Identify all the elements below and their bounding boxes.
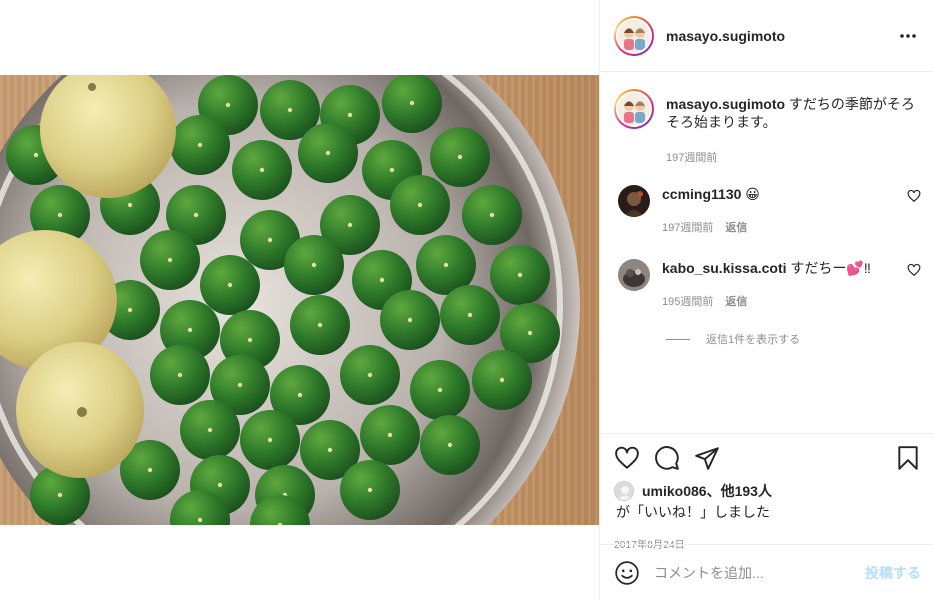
commenter-avatar[interactable]: [618, 259, 650, 291]
caption-time[interactable]: 197週間前: [666, 149, 717, 167]
author-username[interactable]: masayo.sugimoto: [666, 28, 785, 44]
bookmark-icon[interactable]: [895, 445, 921, 471]
comment-like-heart-icon[interactable]: [907, 189, 921, 203]
likes-first-user[interactable]: umiko086: [642, 483, 707, 499]
avatar-image: [618, 93, 650, 125]
comment-body: kabo_su.kissa.coti すだちー💕‼ 195週間前 返信: [662, 259, 912, 311]
reply-button[interactable]: 返信: [725, 293, 747, 311]
share-icon[interactable]: [694, 445, 720, 471]
caption-avatar[interactable]: [614, 89, 654, 129]
post-photo[interactable]: [0, 75, 599, 525]
avatar-inner: [616, 91, 652, 127]
caption-body: masayo.sugimoto すだちの季節がそろそろ始まります。 197週間前: [666, 89, 916, 167]
add-comment-bar: 投稿する: [600, 544, 934, 600]
comment-username[interactable]: ccming1130: [662, 186, 741, 202]
view-replies-label: 返信1件を表示する: [706, 334, 801, 346]
avatar-image: [618, 19, 650, 52]
caption-meta: 197週間前: [666, 149, 916, 167]
comment-row: ccming1130 😀 197週間前 返信: [614, 185, 921, 237]
reply-button[interactable]: 返信: [725, 219, 747, 237]
heart-icon[interactable]: [614, 445, 640, 471]
comment-time[interactable]: 195週間前: [662, 293, 713, 311]
photo-illustration: [0, 75, 580, 525]
post-media-area: [0, 0, 599, 600]
likes-others[interactable]: 、他193人: [707, 483, 772, 499]
author-avatar[interactable]: [614, 15, 654, 56]
comment-username[interactable]: kabo_su.kissa.coti: [662, 260, 787, 276]
likes-summary: umiko086、他193人: [614, 481, 921, 501]
post-comment-button[interactable]: 投稿する: [865, 563, 921, 583]
comment-like-heart-icon[interactable]: [907, 263, 921, 277]
comment-text: すだちー💕‼: [790, 260, 871, 276]
comment-text: 😀: [745, 186, 760, 202]
comment-meta: 195週間前 返信: [662, 293, 912, 311]
view-replies-button[interactable]: 返信1件を表示する: [666, 331, 921, 347]
liker-avatar[interactable]: [614, 481, 634, 501]
action-icons: [614, 444, 921, 472]
post-header: masayo.sugimoto: [600, 0, 934, 72]
avatar-inner: [616, 17, 652, 54]
post-actions: umiko086、他193人 が「いいね！」しました 2017年8月24日: [600, 433, 934, 551]
likes-suffix: が「いいね！」しました: [616, 504, 770, 520]
caption-username[interactable]: masayo.sugimoto: [666, 96, 785, 112]
comment-input[interactable]: [654, 564, 844, 581]
more-icon[interactable]: [898, 26, 918, 46]
emoji-icon[interactable]: [614, 560, 640, 586]
replies-line: [666, 338, 690, 340]
comment-time[interactable]: 197週間前: [662, 219, 713, 237]
comment-icon[interactable]: [654, 445, 680, 471]
comments-list: masayo.sugimoto すだちの季節がそろそろ始まります。 197週間前…: [600, 73, 934, 433]
post-side-panel: masayo.sugimoto masayo.sugimoto すだちの季節がそ…: [599, 0, 934, 600]
caption-row: masayo.sugimoto すだちの季節がそろそろ始まります。 197週間前: [614, 89, 921, 167]
comment-meta: 197週間前 返信: [662, 219, 912, 237]
commenter-avatar[interactable]: [618, 185, 650, 217]
comment-body: ccming1130 😀 197週間前 返信: [662, 185, 912, 237]
comment-row: kabo_su.kissa.coti すだちー💕‼ 195週間前 返信: [614, 259, 921, 311]
